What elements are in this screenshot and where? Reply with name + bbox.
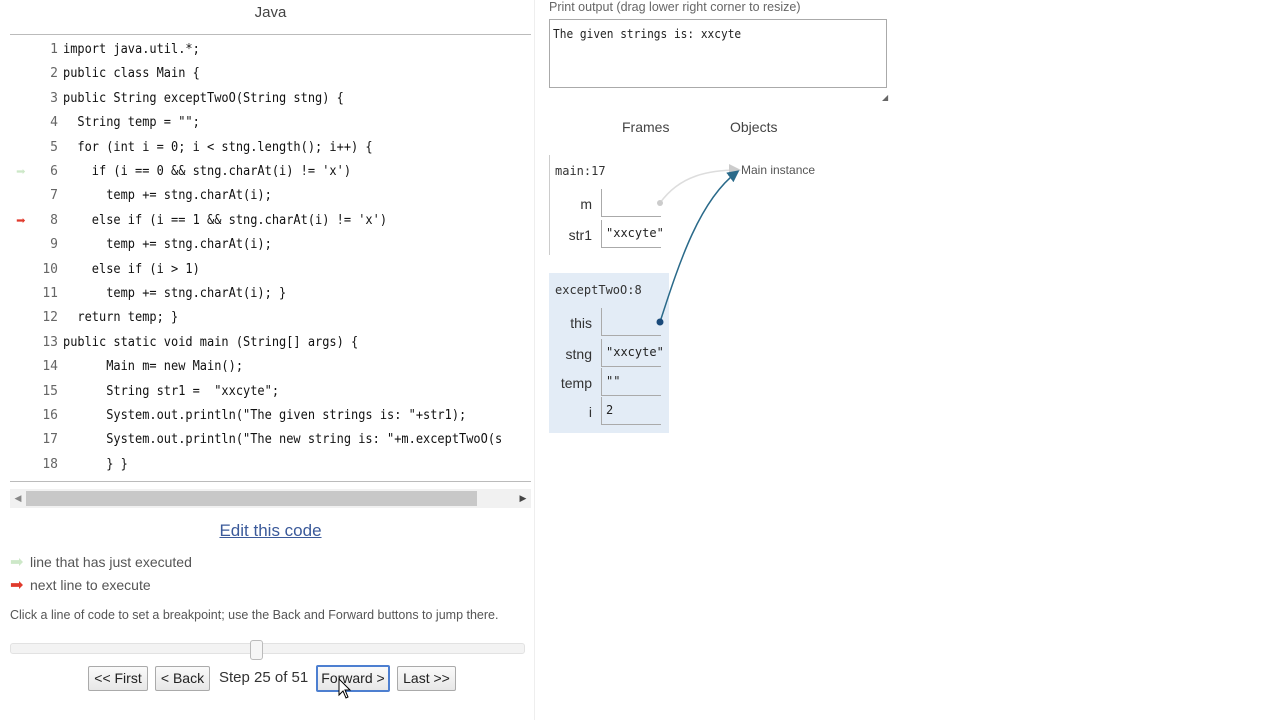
code-listing[interactable]: 1 import java.util.*; 2 public class Main … bbox=[10, 38, 531, 481]
var-value-m bbox=[601, 189, 661, 217]
var-name-temp: temp bbox=[560, 375, 592, 391]
code-line-3[interactable]: 3 public String exceptTwoO(String stng) { bbox=[10, 87, 531, 111]
code-line-4[interactable]: 4 String temp = ""; bbox=[10, 111, 531, 135]
var-name-m: m bbox=[580, 196, 592, 212]
just-executed-arrow-icon: ➡ bbox=[16, 162, 26, 181]
main-frame-label: main:17 bbox=[555, 164, 606, 178]
resize-handle-icon[interactable]: ◢ bbox=[882, 93, 888, 102]
code-line-2[interactable]: 2 public class Main { bbox=[10, 62, 531, 86]
code-line-18[interactable]: 18 } } bbox=[10, 453, 531, 477]
code-line-16[interactable]: 16 System.out.println("The given strings… bbox=[10, 404, 531, 428]
code-line-11[interactable]: 11 temp += stng.charAt(i); } bbox=[10, 282, 531, 306]
code-line-6[interactable]: ➡ 6 if (i == 0 && stng.charAt(i) != 'x') bbox=[10, 160, 531, 184]
scroll-left-icon[interactable]: ◀ bbox=[10, 489, 26, 508]
code-line-5[interactable]: 5 for (int i = 0; i < stng.length(); i++… bbox=[10, 136, 531, 160]
var-name-i: i bbox=[588, 404, 592, 420]
breakpoint-hint: Click a line of code to set a breakpoint… bbox=[10, 608, 499, 622]
print-output-box[interactable]: The given strings is: xxcyte bbox=[549, 19, 887, 88]
scroll-right-icon[interactable]: ▶ bbox=[515, 489, 531, 508]
step-slider[interactable] bbox=[10, 643, 525, 654]
code-line-7[interactable]: 7 temp += stng.charAt(i); bbox=[10, 184, 531, 208]
main-instance-object: Main instance bbox=[741, 163, 816, 177]
var-name-this: this bbox=[570, 315, 592, 331]
code-line-12[interactable]: 12 return temp; } bbox=[10, 306, 531, 330]
var-name-str1: str1 bbox=[568, 227, 592, 243]
var-value-this bbox=[601, 308, 661, 336]
legend-just-executed: ➡ line that has just executed bbox=[10, 554, 192, 571]
step-counter: Step 25 of 51 bbox=[219, 669, 309, 686]
code-line-8[interactable]: ➡ 8 else if (i == 1 && stng.charAt(i) != … bbox=[10, 209, 531, 233]
code-line-1[interactable]: 1 import java.util.*; bbox=[10, 38, 531, 62]
code-top-border bbox=[10, 34, 531, 35]
first-button[interactable]: << First bbox=[88, 666, 148, 691]
code-line-15[interactable]: 15 String str1 = "xxcyte"; bbox=[10, 380, 531, 404]
scrollbar-thumb[interactable] bbox=[26, 491, 477, 506]
panel-divider bbox=[534, 0, 535, 720]
step-slider-handle[interactable] bbox=[250, 640, 264, 660]
print-output-label: Print output (drag lower right corner to… bbox=[549, 0, 801, 14]
code-line-17[interactable]: 17 System.out.println("The new string is… bbox=[10, 428, 531, 452]
frames-header: Frames bbox=[622, 119, 670, 135]
code-bottom-border bbox=[10, 481, 531, 482]
language-title: Java bbox=[254, 4, 287, 21]
pointer-m-arrow bbox=[659, 164, 741, 204]
code-line-9[interactable]: 9 temp += stng.charAt(i); bbox=[10, 233, 531, 257]
objects-header: Objects bbox=[730, 119, 778, 135]
back-button[interactable]: < Back bbox=[155, 666, 210, 691]
code-line-13[interactable]: 13 public static void main (String[] args… bbox=[10, 331, 531, 355]
forward-button[interactable]: Forward > bbox=[316, 665, 390, 692]
legend-next-line: ➡ next line to execute bbox=[10, 577, 151, 594]
code-line-14[interactable]: 14 Main m= new Main(); bbox=[10, 355, 531, 379]
pointer-this-arrow bbox=[659, 170, 740, 323]
var-value-temp: "" bbox=[601, 368, 661, 396]
print-output-text: The given strings is: xxcyte bbox=[553, 27, 742, 41]
green-arrow-icon: ➡ bbox=[10, 554, 24, 571]
last-button[interactable]: Last >> bbox=[397, 666, 456, 691]
code-horizontal-scrollbar[interactable]: ◀ ▶ bbox=[10, 489, 531, 508]
except-frame-label: exceptTwoO:8 bbox=[555, 283, 642, 297]
var-value-str1: "xxcyte" bbox=[601, 220, 664, 248]
var-value-i: 2 bbox=[601, 397, 661, 425]
var-name-stng: stng bbox=[565, 346, 592, 362]
edit-code-link[interactable]: Edit this code bbox=[10, 521, 531, 541]
mouse-cursor-icon bbox=[338, 678, 352, 699]
var-value-stng: "xxcyte" bbox=[601, 339, 664, 367]
code-line-10[interactable]: 10 else if (i > 1) bbox=[10, 258, 531, 282]
next-line-arrow-icon: ➡ bbox=[16, 210, 26, 230]
red-arrow-icon: ➡ bbox=[10, 577, 24, 594]
